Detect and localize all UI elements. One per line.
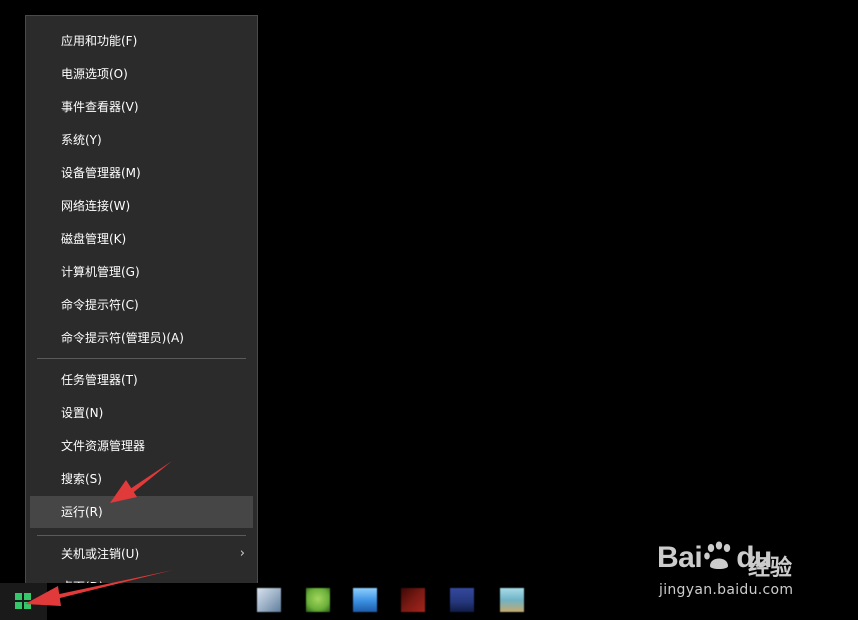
menu-item-settings[interactable]: 设置(N) [30,397,253,429]
menu-item-run[interactable]: 运行(R) [30,496,253,528]
taskbar-app-icon-1[interactable] [257,588,281,612]
menu-item-network-connections[interactable]: 网络连接(W) [30,190,253,222]
winx-context-menu: 应用和功能(F) 电源选项(O) 事件查看器(V) 系统(Y) 设备管理器(M)… [25,15,258,610]
windows-logo-icon [15,593,31,609]
menu-item-system[interactable]: 系统(Y) [30,124,253,156]
taskbar-app-icon-4[interactable] [401,588,425,612]
menu-item-task-manager[interactable]: 任务管理器(T) [30,364,253,396]
taskbar-app-icon-2[interactable] [306,588,330,612]
paw-icon [702,541,736,571]
baidu-jingyan-watermark: Bai du 经验 jingyan.baidu.com [657,531,827,601]
taskbar-app-icon-6[interactable] [500,588,524,612]
jingyan-label: 经验 [748,556,793,581]
menu-item-event-viewer[interactable]: 事件查看器(V) [30,91,253,123]
start-button[interactable] [0,583,47,620]
menu-separator [37,358,246,359]
menu-item-file-explorer[interactable]: 文件资源管理器 [30,430,253,462]
menu-item-computer-management[interactable]: 计算机管理(G) [30,256,253,288]
menu-item-power-options[interactable]: 电源选项(O) [30,58,253,90]
menu-item-command-prompt[interactable]: 命令提示符(C) [30,289,253,321]
menu-item-search[interactable]: 搜索(S) [30,463,253,495]
menu-item-apps-and-features[interactable]: 应用和功能(F) [30,25,253,57]
menu-item-disk-management[interactable]: 磁盘管理(K) [30,223,253,255]
taskbar-app-icon-5[interactable] [450,588,474,612]
baidu-logo-text-left: Bai [657,541,703,574]
desktop-screen: 应用和功能(F) 电源选项(O) 事件查看器(V) 系统(Y) 设备管理器(M)… [0,0,858,620]
taskbar-app-icon-3[interactable] [353,588,377,612]
watermark-url: jingyan.baidu.com [659,582,794,598]
chevron-right-icon: › [239,546,245,561]
menu-item-device-manager[interactable]: 设备管理器(M) [30,157,253,189]
menu-item-shutdown-or-signout[interactable]: 关机或注销(U) › [30,538,253,570]
menu-item-label: 关机或注销(U) [61,547,140,561]
menu-item-command-prompt-admin[interactable]: 命令提示符(管理员)(A) [30,322,253,354]
menu-separator [37,535,246,536]
